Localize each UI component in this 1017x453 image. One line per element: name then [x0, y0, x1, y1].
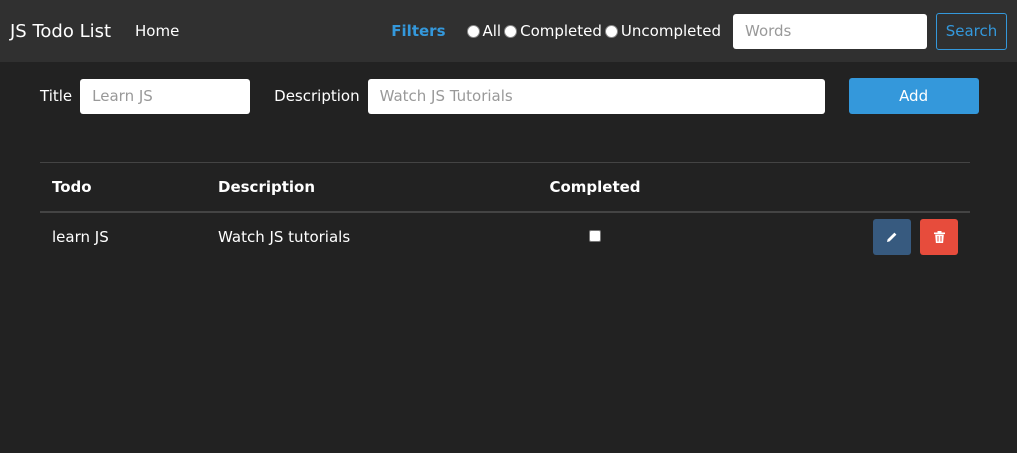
todo-table: Todo Description Completed learn JS Watc… [40, 162, 970, 262]
completed-checkbox[interactable] [589, 230, 601, 242]
edit-button[interactable] [873, 219, 912, 255]
header-description: Description [206, 162, 516, 213]
home-link[interactable]: Home [135, 22, 179, 40]
actions-cell [674, 212, 970, 262]
title-input[interactable] [80, 78, 251, 114]
search-button[interactable]: Search [936, 12, 1007, 50]
filter-uncompleted-radio[interactable] [604, 24, 618, 38]
add-button[interactable]: Add [848, 78, 979, 114]
filter-completed-option[interactable]: Completed [504, 22, 602, 40]
filters-label: Filters [391, 22, 446, 40]
filter-uncompleted-option[interactable]: Uncompleted [604, 22, 721, 40]
todo-cell: learn JS [52, 228, 109, 246]
table-header-row: Todo Description Completed [40, 162, 970, 213]
completed-cell [516, 212, 674, 262]
description-cell: Watch JS tutorials [218, 228, 351, 246]
filter-all-option[interactable]: All [466, 22, 502, 40]
title-label: Title [40, 87, 73, 105]
nav-right: Filters All Completed Uncompleted Search [391, 12, 1007, 50]
trash-icon [933, 231, 945, 243]
filter-uncompleted-label: Uncompleted [620, 22, 721, 40]
filter-completed-label: Completed [520, 22, 602, 40]
filter-completed-radio[interactable] [504, 24, 518, 38]
description-input[interactable] [367, 78, 825, 114]
filter-all-radio[interactable] [466, 24, 480, 38]
filter-radio-group: All Completed Uncompleted [466, 22, 725, 40]
description-label: Description [274, 87, 360, 105]
table-row: learn JS Watch JS tutorials [40, 212, 970, 262]
pencil-icon [886, 231, 898, 243]
header-actions [674, 162, 970, 213]
brand-title[interactable]: JS Todo List [10, 21, 111, 42]
header-todo: Todo [40, 162, 206, 213]
delete-button[interactable] [920, 219, 958, 255]
search-input[interactable] [733, 13, 927, 49]
filter-all-label: All [482, 22, 502, 40]
add-todo-form: Title Description Add [0, 78, 1017, 114]
navbar: JS Todo List Home Filters All Completed … [0, 0, 1017, 62]
header-completed: Completed [516, 162, 674, 213]
